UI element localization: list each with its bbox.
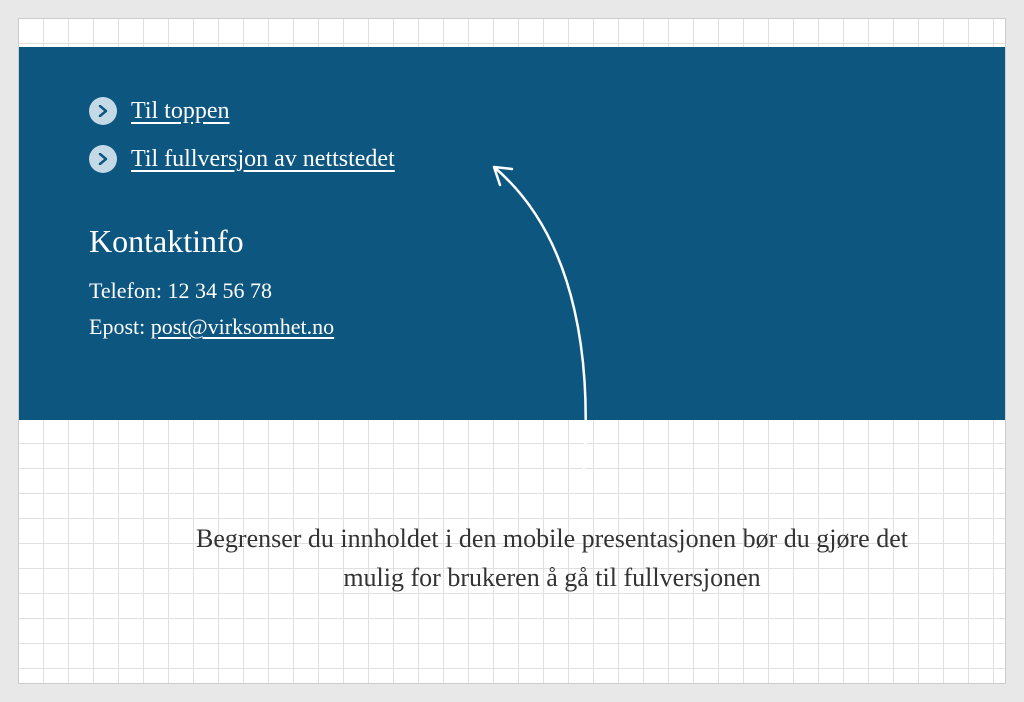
phone-label: Telefon:: [89, 278, 167, 303]
to-top-link[interactable]: Til toppen: [89, 97, 935, 125]
chevron-right-icon: [89, 97, 117, 125]
contact-heading: Kontaktinfo: [89, 223, 935, 260]
phone-line: Telefon: 12 34 56 78: [89, 278, 935, 304]
email-line: Epost: post@virksomhet.no: [89, 314, 935, 340]
email-link[interactable]: post@virksomhet.no: [151, 314, 334, 339]
nav-link-label: Til toppen: [131, 98, 229, 125]
grid-canvas: Til toppen Til fullversjon av nettstedet…: [18, 18, 1006, 684]
phone-value: 12 34 56 78: [167, 278, 272, 303]
annotation-text: Begrenser du innholdet i den mobile pres…: [179, 519, 925, 597]
to-fullversion-link[interactable]: Til fullversjon av nettstedet: [89, 145, 935, 173]
chevron-right-icon: [89, 145, 117, 173]
nav-link-label: Til fullversjon av nettstedet: [131, 146, 395, 173]
footer-panel: Til toppen Til fullversjon av nettstedet…: [19, 47, 1005, 420]
email-label: Epost:: [89, 314, 151, 339]
